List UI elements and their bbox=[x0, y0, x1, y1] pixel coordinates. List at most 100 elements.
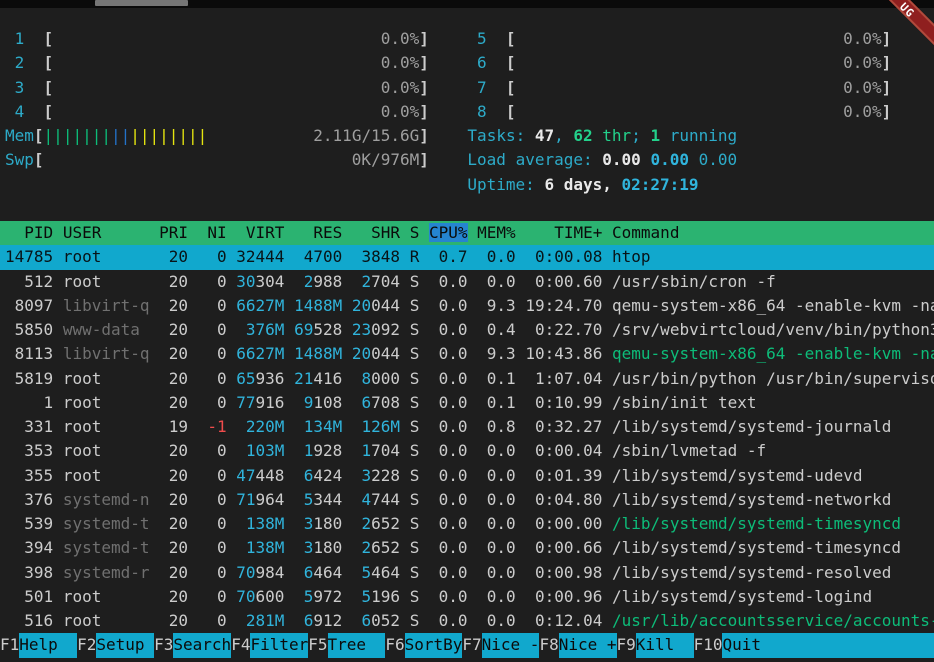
mem-value-cell: 8 bbox=[352, 369, 371, 388]
mem-value-cell: 4 bbox=[294, 247, 313, 266]
column-header-pri[interactable]: PRI bbox=[159, 223, 188, 242]
meter-bracket: [ bbox=[506, 78, 516, 97]
pid-cell: 398 bbox=[5, 563, 53, 582]
pid-cell: 5850 bbox=[5, 320, 53, 339]
column-header-shr[interactable]: SHR bbox=[352, 223, 400, 242]
tasks-summary: Tasks: bbox=[467, 126, 534, 145]
pid-cell: 1 bbox=[5, 393, 53, 412]
column-header-user[interactable]: USER bbox=[63, 223, 150, 242]
pid-cell: 512 bbox=[5, 272, 53, 291]
fkey-filter[interactable]: Filter bbox=[250, 633, 308, 657]
command-cell: /usr/sbin/cron -f bbox=[612, 272, 776, 291]
pri-cell: 20 bbox=[159, 587, 188, 606]
column-header-mem[interactable]: MEM% bbox=[477, 223, 516, 242]
table-row[interactable]: 5819 root 20 0 65936 21416 8000 S 0.0 0.… bbox=[0, 367, 934, 391]
table-row[interactable]: 353 root 20 0 103M 1928 1704 S 0.0 0.0 0… bbox=[0, 439, 934, 463]
table-row[interactable]: 398 systemd-r 20 0 70984 6464 5464 S 0.0… bbox=[0, 561, 934, 585]
mem-value-cell: 1488M bbox=[294, 344, 342, 363]
mem-value-cell: 3 bbox=[294, 538, 313, 557]
mem-value-cell: 69 bbox=[294, 320, 313, 339]
state-cell: S bbox=[410, 369, 420, 388]
table-row[interactable]: 8097 libvirt-q 20 0 6627M 1488M 20044 S … bbox=[0, 294, 934, 318]
cpu-percent-cell: 0.0 bbox=[429, 587, 468, 606]
pid-cell: 355 bbox=[5, 466, 53, 485]
fkey-search[interactable]: Search bbox=[173, 633, 231, 657]
fkey-tree[interactable]: Tree bbox=[328, 633, 386, 657]
fkey-setup[interactable]: Setup bbox=[96, 633, 154, 657]
table-row-selected[interactable]: 14785 root 20 0 32444 4700 3848 R 0.7 0.… bbox=[0, 245, 934, 269]
mem-value-cell: 6627M bbox=[236, 296, 284, 315]
nice-cell: 0 bbox=[198, 587, 227, 606]
mem-bar-blue: || bbox=[111, 126, 130, 145]
mem-value-cell: 126M bbox=[352, 417, 400, 436]
uptime-row: Uptime: 6 days, 02:27:19 bbox=[0, 173, 934, 197]
column-header-virt[interactable]: VIRT bbox=[236, 223, 284, 242]
fkey-kill[interactable]: Kill bbox=[636, 633, 694, 657]
scrollbar-thumb[interactable] bbox=[95, 0, 188, 6]
sort-column-header[interactable]: CPU% bbox=[429, 223, 468, 242]
mem-value-cell: 134M bbox=[294, 417, 342, 436]
command-cell: /lib/systemd/systemd-timesyncd bbox=[612, 538, 901, 557]
pri-cell: 20 bbox=[159, 563, 188, 582]
table-row[interactable]: 355 root 20 0 47448 6424 3228 S 0.0 0.0 … bbox=[0, 464, 934, 488]
column-header-time[interactable]: TIME+ bbox=[525, 223, 602, 242]
tasks-summary: 1 bbox=[650, 126, 660, 145]
fkey-help[interactable]: Help bbox=[19, 633, 77, 657]
table-row[interactable]: 394 systemd-t 20 0 138M 3180 2652 S 0.0 … bbox=[0, 536, 934, 560]
fkey-sortby[interactable]: SortBy bbox=[405, 633, 463, 657]
table-row[interactable]: 331 root 19 -1 220M 134M 126M S 0.0 0.8 … bbox=[0, 415, 934, 439]
table-row[interactable]: 501 root 20 0 70600 5972 5196 S 0.0 0.0 … bbox=[0, 585, 934, 609]
column-header-command[interactable]: Command bbox=[612, 223, 679, 242]
column-header-pid[interactable]: PID bbox=[5, 223, 53, 242]
cpu-meter-label: 6 bbox=[467, 53, 486, 72]
user-cell: systemd-t bbox=[63, 514, 150, 533]
fkey-nice[interactable]: Nice + bbox=[559, 633, 617, 657]
mem-value-cell: 6 bbox=[352, 393, 371, 412]
mem-percent-cell: 0.0 bbox=[477, 563, 516, 582]
mem-percent-cell: 0.0 bbox=[477, 514, 516, 533]
fkey-nice[interactable]: Nice - bbox=[482, 633, 540, 657]
mem-percent-cell: 0.0 bbox=[477, 587, 516, 606]
table-row[interactable]: 376 systemd-n 20 0 71964 5344 4744 S 0.0… bbox=[0, 488, 934, 512]
mem-percent-cell: 0.0 bbox=[477, 272, 516, 291]
user-cell: root bbox=[63, 611, 150, 630]
table-row[interactable]: 5850 www-data 20 0 376M 69528 23092 S 0.… bbox=[0, 318, 934, 342]
tasks-summary: ; bbox=[631, 126, 650, 145]
time-cell: 0:10.99 bbox=[525, 393, 602, 412]
uptime: Uptime: bbox=[467, 175, 544, 194]
time-cell: 0:00.60 bbox=[525, 272, 602, 291]
state-cell: S bbox=[410, 490, 420, 509]
cpu-percent-cell: 0.7 bbox=[429, 247, 468, 266]
nice-cell: 0 bbox=[198, 490, 227, 509]
fkey-quit[interactable]: Quit bbox=[722, 633, 780, 657]
meter-bracket: [ bbox=[34, 126, 44, 145]
meter-bracket: [ bbox=[44, 78, 54, 97]
table-row[interactable]: 1 root 20 0 77916 9108 6708 S 0.0 0.1 0:… bbox=[0, 391, 934, 415]
nice-cell: 0 bbox=[198, 466, 227, 485]
time-cell: 0:01.39 bbox=[525, 466, 602, 485]
table-row[interactable]: 516 root 20 0 281M 6912 6052 S 0.0 0.0 0… bbox=[0, 609, 934, 633]
mem-value-cell: 2 bbox=[294, 272, 313, 291]
table-row[interactable]: 8113 libvirt-q 20 0 6627M 1488M 20044 S … bbox=[0, 342, 934, 366]
meter-bracket: [ bbox=[506, 29, 516, 48]
state-cell: S bbox=[410, 272, 420, 291]
meter-bracket: [ bbox=[44, 53, 54, 72]
time-cell: 0:22.70 bbox=[525, 320, 602, 339]
mem-value-cell: 103M bbox=[236, 441, 284, 460]
meter-bracket: [ bbox=[44, 102, 54, 121]
fkey-number: F10 bbox=[694, 633, 723, 657]
pid-cell: 331 bbox=[5, 417, 53, 436]
cpu-meters-row: 3 [ 0.0%] 7 [ 0.0%] bbox=[0, 76, 934, 100]
pid-cell: 14785 bbox=[5, 247, 53, 266]
column-header-s[interactable]: S bbox=[410, 223, 420, 242]
column-header-res[interactable]: RES bbox=[294, 223, 342, 242]
table-row[interactable]: 539 systemd-t 20 0 138M 3180 2652 S 0.0 … bbox=[0, 512, 934, 536]
tasks-summary: , bbox=[554, 126, 573, 145]
column-header-ni[interactable]: NI bbox=[198, 223, 227, 242]
table-row[interactable]: 512 root 20 0 30304 2988 2704 S 0.0 0.0 … bbox=[0, 270, 934, 294]
state-cell: S bbox=[410, 344, 420, 363]
user-cell: libvirt-q bbox=[63, 296, 150, 315]
mem-percent-cell: 0.0 bbox=[477, 247, 516, 266]
pid-cell: 394 bbox=[5, 538, 53, 557]
cpu-percent-cell: 0.0 bbox=[429, 611, 468, 630]
